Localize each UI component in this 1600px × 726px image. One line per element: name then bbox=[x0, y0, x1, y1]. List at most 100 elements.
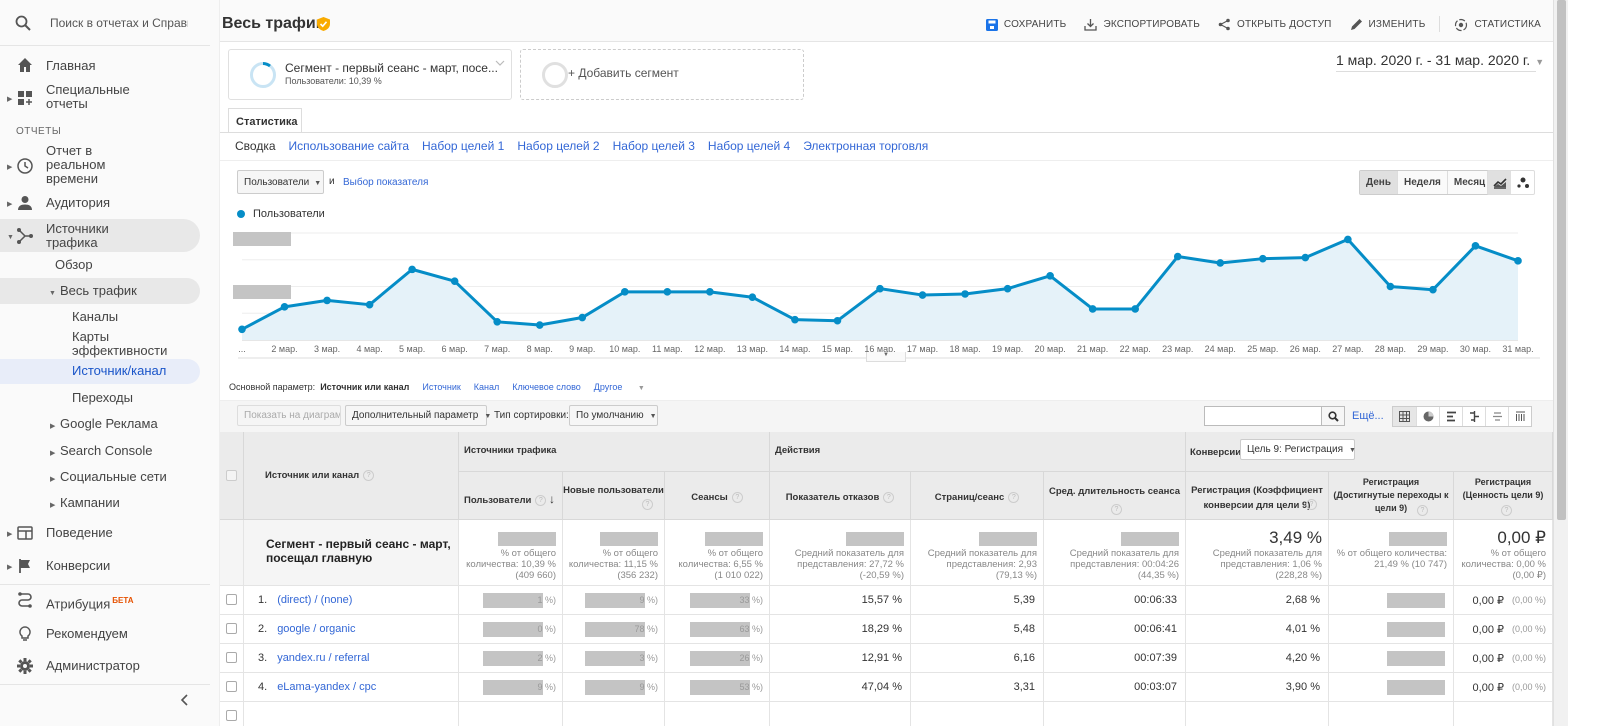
sidebar-item-source-medium[interactable]: Источник/канал bbox=[0, 359, 200, 384]
sidebar-item-audience[interactable]: ▶ Аудитория bbox=[0, 195, 204, 215]
subtab-site-usage[interactable]: Использование сайта bbox=[289, 139, 410, 153]
row-checkbox[interactable] bbox=[226, 652, 237, 663]
sidebar-item-behavior[interactable]: ▶ Поведение bbox=[0, 525, 204, 545]
edit-button[interactable]: ИЗМЕНИТЬ bbox=[1350, 17, 1426, 32]
date-range-picker[interactable]: 1 мар. 2020 г. - 31 мар. 2020 г. ▼ bbox=[1336, 52, 1544, 72]
col-header-conv-rate[interactable]: Регистрация (Коэффициент конверсии для ц… bbox=[1186, 472, 1329, 520]
sidebar-item-treemaps[interactable]: Карты эффективности bbox=[0, 330, 204, 360]
help-icon[interactable]: ? bbox=[883, 492, 895, 503]
subtab-summary[interactable]: Сводка bbox=[235, 139, 276, 153]
chart-collapse-handle[interactable]: ▼ bbox=[866, 352, 906, 362]
sidebar-item-custom-reports[interactable]: ▶ Специальные отчеты bbox=[0, 83, 204, 113]
sidebar-item-overview[interactable]: Обзор bbox=[0, 258, 204, 274]
source-medium-link[interactable]: eLama-yandex / cpc bbox=[277, 681, 376, 693]
sidebar-item-attribution[interactable]: Атрибуция БЕТА bbox=[0, 592, 204, 612]
col-header-dimension[interactable]: Источник или канал? bbox=[244, 432, 459, 520]
sort-desc-icon[interactable]: ↓ bbox=[549, 492, 555, 506]
subtab-ecommerce[interactable]: Электронная торговля bbox=[803, 139, 928, 153]
sort-type-select[interactable]: По умолчанию ▼ bbox=[569, 405, 658, 426]
help-icon[interactable]: ? bbox=[1111, 503, 1122, 515]
table-search-input[interactable] bbox=[1204, 406, 1322, 426]
export-button[interactable]: ЭКСПОРТИРОВАТЬ bbox=[1084, 17, 1200, 32]
help-icon[interactable]: ? bbox=[1501, 505, 1512, 516]
col-header-sessions[interactable]: Сеансы? bbox=[665, 472, 770, 520]
sidebar-item-home[interactable]: Главная bbox=[0, 57, 204, 77]
period-month-button[interactable]: Месяц bbox=[1446, 171, 1492, 194]
sidebar-item-all-traffic[interactable]: ▼ Весь трафик bbox=[0, 278, 200, 304]
sidebar-item-channels[interactable]: Каналы bbox=[0, 310, 204, 326]
help-icon[interactable]: ? bbox=[535, 494, 547, 506]
period-day-button[interactable]: День bbox=[1360, 171, 1397, 194]
view-performance-button[interactable] bbox=[1439, 407, 1462, 426]
row-checkbox[interactable] bbox=[226, 681, 237, 692]
row-checkbox[interactable] bbox=[226, 623, 237, 634]
secondary-dimension-select[interactable]: Дополнительный параметр ▼ bbox=[345, 405, 491, 426]
row-checkbox[interactable] bbox=[226, 594, 237, 605]
sidebar-item-social[interactable]: ▶ Социальные сети bbox=[0, 470, 204, 486]
view-term-cloud-button[interactable] bbox=[1485, 407, 1508, 426]
help-icon[interactable]: ? bbox=[1008, 492, 1020, 503]
share-button[interactable]: ОТКРЫТЬ ДОСТУП bbox=[1218, 17, 1332, 32]
help-icon[interactable]: ? bbox=[1306, 499, 1317, 510]
help-icon[interactable]: ? bbox=[1417, 505, 1428, 516]
help-icon[interactable]: ? bbox=[363, 470, 375, 481]
goal-select[interactable]: Цель 9: Регистрация ▼ bbox=[1240, 439, 1356, 460]
dimension-keyword[interactable]: Ключевое слово bbox=[512, 382, 580, 392]
search-placeholder[interactable]: Поиск в отчетах и Справке bbox=[50, 16, 188, 30]
col-header-completions[interactable]: Регистрация (Достигнутые переходы к цели… bbox=[1329, 472, 1454, 520]
select-all-checkbox[interactable] bbox=[226, 470, 237, 481]
view-table-button[interactable] bbox=[1393, 407, 1416, 426]
chevron-down-icon[interactable] bbox=[495, 58, 505, 68]
col-header-pages-session[interactable]: Страниц/сеанс? bbox=[911, 472, 1044, 520]
sidebar-item-google-ads[interactable]: ▶ Google Реклама bbox=[0, 417, 204, 433]
subtab-goal-set-2[interactable]: Набор целей 2 bbox=[517, 139, 599, 153]
sidebar-item-acquisition[interactable]: ▼ Источники трафика bbox=[0, 219, 200, 252]
col-header-avg-duration[interactable]: Сред. длительность сеанса? bbox=[1044, 472, 1186, 520]
sidebar-item-referrals[interactable]: Переходы bbox=[0, 391, 204, 407]
source-medium-link[interactable]: yandex.ru / referral bbox=[277, 652, 369, 664]
scrollbar-thumb[interactable] bbox=[1557, 0, 1566, 520]
sidebar-item-campaigns[interactable]: ▶ Кампании bbox=[0, 496, 204, 512]
view-pie-button[interactable] bbox=[1416, 407, 1439, 426]
col-header-bounce-rate[interactable]: Показатель отказов? bbox=[770, 472, 911, 520]
dimension-other[interactable]: Другое ▼ bbox=[594, 382, 658, 392]
source-medium-link[interactable]: (direct) / (none) bbox=[277, 594, 352, 606]
vertical-scrollbar[interactable] bbox=[1553, 0, 1568, 726]
sidebar-item-admin[interactable]: Администратор bbox=[0, 658, 204, 678]
help-icon[interactable]: ? bbox=[731, 492, 743, 503]
segment-chip-active[interactable]: Сегмент - первый сеанс - март, посе... П… bbox=[228, 49, 512, 100]
sidebar-item-realtime[interactable]: ▶ Отчет в реальном времени bbox=[0, 144, 204, 188]
dimension-medium[interactable]: Канал bbox=[474, 382, 499, 392]
save-button[interactable]: СОХРАНИТЬ bbox=[985, 17, 1067, 32]
sidebar-search[interactable]: Поиск в отчетах и Справке bbox=[0, 0, 210, 46]
motion-chart-button[interactable] bbox=[1511, 171, 1534, 194]
subtab-goal-set-3[interactable]: Набор целей 3 bbox=[613, 139, 695, 153]
subtab-goal-set-1[interactable]: Набор целей 1 bbox=[422, 139, 504, 153]
view-pivot-button[interactable] bbox=[1508, 407, 1531, 426]
source-medium-link[interactable]: google / organic bbox=[277, 623, 355, 635]
sidebar-item-conversions[interactable]: ▶ Конверсии bbox=[0, 558, 204, 578]
period-week-button[interactable]: Неделя bbox=[1397, 171, 1447, 194]
dimension-source[interactable]: Источник bbox=[422, 382, 460, 392]
advanced-filter-link[interactable]: Ещё... bbox=[1352, 410, 1384, 422]
insights-button[interactable]: СТАТИСТИКА bbox=[1454, 17, 1541, 32]
line-chart-button[interactable] bbox=[1488, 171, 1511, 194]
help-icon[interactable]: ? bbox=[642, 499, 653, 510]
subtab-goal-set-4[interactable]: Набор целей 4 bbox=[708, 139, 790, 153]
metric-select[interactable]: Пользователи ▼ bbox=[237, 170, 324, 194]
select-metric-link[interactable]: Выбор показателя bbox=[343, 177, 428, 188]
col-header-goal-value[interactable]: Регистрация (Ценность цели 9)? bbox=[1454, 472, 1553, 520]
col-header-users[interactable]: Пользователи? ↓ bbox=[459, 472, 563, 520]
row-checkbox[interactable] bbox=[226, 710, 237, 721]
sidebar-item-search-console[interactable]: ▶ Search Console bbox=[0, 444, 204, 460]
chevron-left-icon[interactable] bbox=[180, 694, 190, 706]
add-segment-button[interactable]: + Добавить сегмент bbox=[520, 49, 804, 100]
sidebar-item-recommendations[interactable]: Рекомендуем bbox=[0, 626, 204, 646]
col-header-new-users[interactable]: Новые пользователи? bbox=[563, 472, 665, 520]
group-header-acquisition: Источники трафика bbox=[459, 432, 770, 472]
dimension-source-medium[interactable]: Источник или канал bbox=[320, 382, 409, 392]
table-search-button[interactable] bbox=[1321, 406, 1345, 426]
plot-rows-button[interactable]: Показать на диаграмме bbox=[237, 405, 341, 426]
view-comparison-button[interactable] bbox=[1462, 407, 1485, 426]
tab-statistics[interactable]: Статистика bbox=[228, 108, 302, 133]
